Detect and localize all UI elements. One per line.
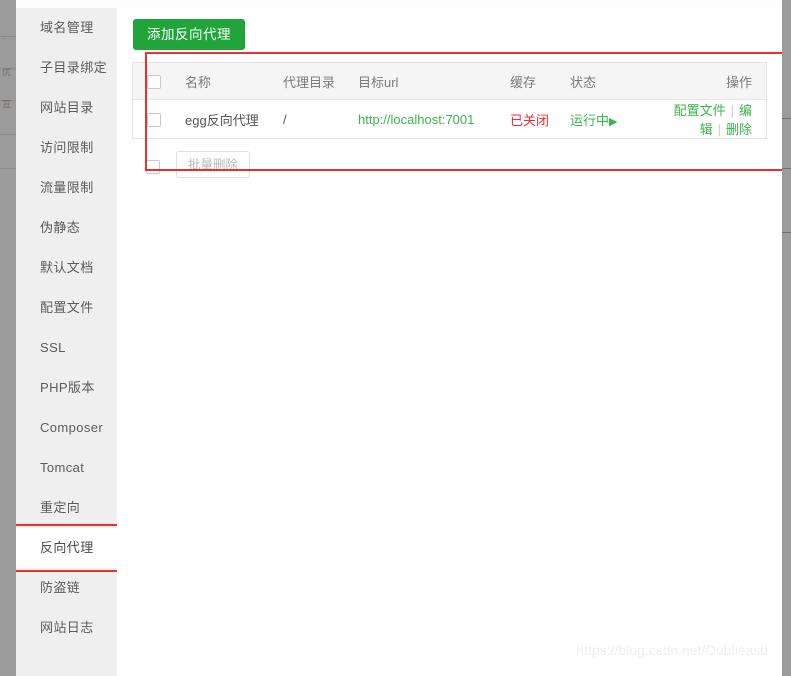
table-row: egg反向代理 / http://localhost:7001 已关闭 运行中▶ <box>133 100 766 139</box>
cache-status-badge: 已关闭 <box>510 113 549 128</box>
cell-target-url: http://localhost:7001 <box>358 100 510 139</box>
sidebar-item-composer[interactable]: Composer <box>16 408 117 448</box>
watermark: https://blog.csdn.net/Oublieasd <box>576 643 768 658</box>
sidebar-item-label: Tomcat <box>40 460 84 475</box>
sidebar-item-site-log[interactable]: 网站日志 <box>16 608 117 648</box>
footer-select-all-checkbox[interactable] <box>146 160 160 174</box>
column-header-operations: 操作 <box>662 63 766 100</box>
site-settings-dialog: 域名管理 子目录绑定 网站目录 访问限制 流量限制 伪静态 默认文档 配置文件 … <box>16 0 782 676</box>
sidebar-item-label: 流量限制 <box>40 180 94 195</box>
sidebar-item-label: 域名管理 <box>40 20 94 35</box>
run-status-badge[interactable]: 运行中▶ <box>570 113 617 128</box>
page-backdrop-left: · 优 宣 <box>0 0 16 676</box>
sidebar-item-label: 伪静态 <box>40 220 80 235</box>
sidebar-item-label: 防盗链 <box>40 580 80 595</box>
op-separator: | <box>726 103 739 118</box>
column-header-status: 状态 <box>570 63 662 100</box>
page-backdrop-right <box>782 0 791 676</box>
cell-proxy-dir: / <box>283 100 358 139</box>
sidebar-item-label: PHP版本 <box>40 380 95 395</box>
sidebar-item-traffic-limit[interactable]: 流量限制 <box>16 168 117 208</box>
sidebar-item-subdirectory-binding[interactable]: 子目录绑定 <box>16 48 117 88</box>
sidebar-item-label: SSL <box>40 340 66 355</box>
column-header-name: 名称 <box>185 63 283 100</box>
sidebar-item-config-file[interactable]: 配置文件 <box>16 288 117 328</box>
sidebar-item-label: 网站日志 <box>40 620 94 635</box>
run-status-label: 运行中 <box>570 113 609 128</box>
cell-status: 运行中▶ <box>570 100 662 139</box>
add-reverse-proxy-button[interactable]: 添加反向代理 <box>133 19 245 50</box>
config-file-link[interactable]: 配置文件 <box>674 103 726 118</box>
sidebar-item-site-directory[interactable]: 网站目录 <box>16 88 117 128</box>
delete-link[interactable]: 删除 <box>726 122 752 137</box>
sidebar-item-tomcat[interactable]: Tomcat <box>16 448 117 488</box>
column-header-proxy-dir: 代理目录 <box>283 63 358 100</box>
play-icon: ▶ <box>609 116 617 128</box>
sidebar-item-label: 网站目录 <box>40 100 94 115</box>
table-header-row: 名称 代理目录 目标url 缓存 状态 操作 <box>133 63 766 100</box>
sidebar-item-hotlink-protection[interactable]: 防盗链 <box>16 568 117 608</box>
sidebar-item-php-version[interactable]: PHP版本 <box>16 368 117 408</box>
cell-operations: 配置文件|编辑|删除 <box>662 100 766 139</box>
sidebar-item-reverse-proxy[interactable]: 反向代理 <box>16 528 117 568</box>
table-footer-bar: 批量删除 <box>132 147 767 189</box>
sidebar-item-ssl[interactable]: SSL <box>16 328 117 368</box>
sidebar-item-pseudo-static[interactable]: 伪静态 <box>16 208 117 248</box>
sidebar-item-label: Composer <box>40 420 103 435</box>
select-all-checkbox[interactable] <box>147 75 161 89</box>
sidebar-item-redirect[interactable]: 重定向 <box>16 488 117 528</box>
sidebar-item-label: 子目录绑定 <box>40 60 107 75</box>
sidebar-item-label: 默认文档 <box>40 260 94 275</box>
cell-cache: 已关闭 <box>510 100 570 139</box>
column-header-target-url: 目标url <box>358 63 510 100</box>
sidebar-item-label: 访问限制 <box>40 140 94 155</box>
sidebar-item-label: 重定向 <box>40 500 80 515</box>
reverse-proxy-table-card: 名称 代理目录 目标url 缓存 状态 操作 egg反向代理 / <box>132 62 767 139</box>
reverse-proxy-table: 名称 代理目录 目标url 缓存 状态 操作 egg反向代理 / <box>133 63 766 138</box>
row-checkbox[interactable] <box>147 113 161 127</box>
select-all-header <box>133 63 185 100</box>
column-header-cache: 缓存 <box>510 63 570 100</box>
sidebar-item-label: 反向代理 <box>40 540 94 555</box>
target-url-link[interactable]: http://localhost:7001 <box>358 112 474 127</box>
sidebar-item-label: 配置文件 <box>40 300 94 315</box>
sidebar-item-access-restriction[interactable]: 访问限制 <box>16 128 117 168</box>
settings-sidebar: 域名管理 子目录绑定 网站目录 访问限制 流量限制 伪静态 默认文档 配置文件 … <box>16 8 117 676</box>
op-separator: | <box>713 122 726 137</box>
batch-delete-button[interactable]: 批量删除 <box>176 151 250 178</box>
reverse-proxy-panel: 添加反向代理 名称 代理目录 目标url 缓存 状态 操作 <box>117 8 782 676</box>
cell-name: egg反向代理 <box>185 100 283 139</box>
sidebar-item-default-document[interactable]: 默认文档 <box>16 248 117 288</box>
row-select-cell <box>133 100 185 139</box>
sidebar-item-domain-management[interactable]: 域名管理 <box>16 8 117 48</box>
